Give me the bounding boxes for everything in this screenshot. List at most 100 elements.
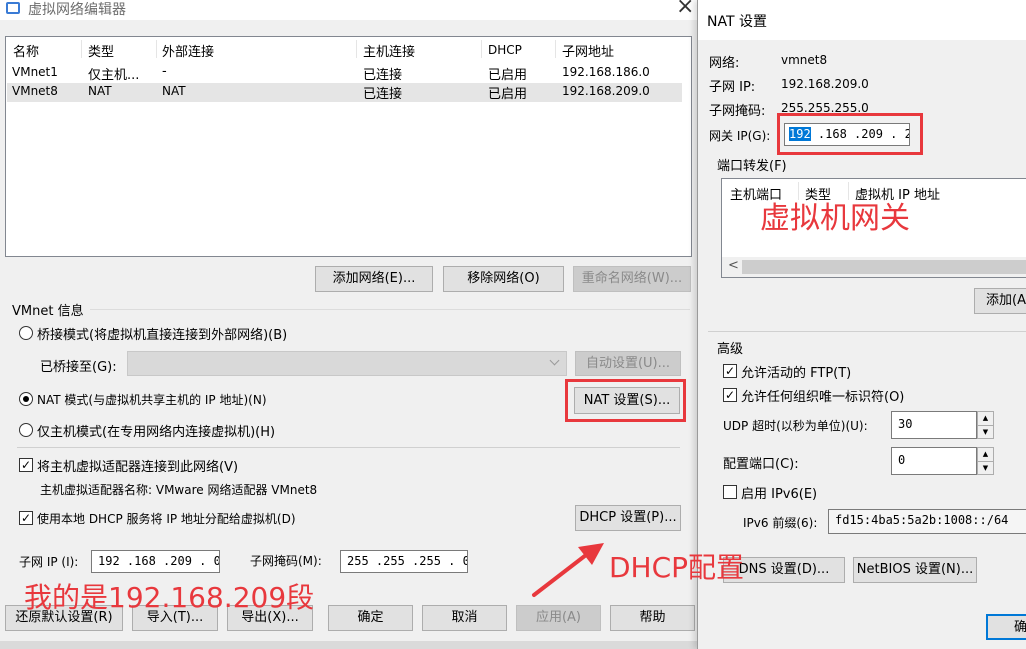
enable-ipv6-label[interactable]: 启用 IPv6(E) <box>741 483 817 502</box>
cell-dhcp: 已启用 <box>488 87 528 102</box>
nat-subnet-ip-value: 192.168.209.0 <box>781 77 869 91</box>
scrollbar-thumb[interactable] <box>742 260 1026 274</box>
horizontal-scrollbar[interactable]: < <box>722 257 1026 277</box>
col-header-host[interactable]: 主机连接 <box>363 41 415 60</box>
help-button[interactable]: 帮助 <box>610 605 695 631</box>
section-divider <box>708 331 1026 332</box>
gateway-ip-label: 网关 IP(G): <box>709 129 771 143</box>
vmnet-info-divider <box>90 309 690 310</box>
port-forwarding-heading: 端口转发(F) <box>717 159 787 174</box>
config-port-spinner[interactable]: ▲ ▼ <box>977 447 994 475</box>
annotation-dhcp-config: DHCP配置 <box>609 551 745 584</box>
udp-timeout-spinner[interactable]: ▲ ▼ <box>977 411 994 439</box>
section-divider <box>17 447 680 448</box>
network-label: 网络: <box>709 56 740 71</box>
auto-settings-button[interactable]: 自动设置(U)... <box>575 351 681 376</box>
col-header-dhcp[interactable]: DHCP <box>488 43 522 57</box>
col-divider <box>356 40 357 58</box>
adapter-name-text: 主机虚拟适配器名称: VMware 网络适配器 VMnet8 <box>40 483 318 497</box>
annotation-arrow <box>532 543 604 597</box>
config-port-label: 配置端口(C): <box>723 457 799 472</box>
advanced-heading: 高级 <box>717 342 744 357</box>
netbios-settings-button[interactable]: NetBIOS 设置(N)... <box>853 557 977 583</box>
cell-name: VMnet8 <box>12 84 58 98</box>
use-dhcp-label[interactable]: 使用本地 DHCP 服务将 IP 地址分配给虚拟机(D) <box>37 510 296 527</box>
cell-dhcp: 已启用 <box>488 68 528 83</box>
nat-mode-radio[interactable] <box>19 392 33 406</box>
ok-button[interactable]: 确定 <box>328 605 413 631</box>
host-only-mode-radio[interactable] <box>19 423 33 437</box>
subnet-mask-field[interactable]: 255 .255 .255 . 0 <box>340 550 468 573</box>
subnet-ip-field[interactable]: 192 .168 .209 . 0 <box>91 550 220 573</box>
subnet-mask-label: 子网掩码(M): <box>250 554 322 568</box>
connect-adapter-checkbox[interactable]: ✓ <box>19 458 33 472</box>
cell-type: 仅主机... <box>88 68 140 83</box>
enable-ipv6-checkbox[interactable] <box>723 485 737 499</box>
allow-ftp-checkbox[interactable]: ✓ <box>723 364 737 378</box>
spin-up-icon[interactable]: ▲ <box>978 412 993 426</box>
main-title-bar: 虚拟网络编辑器 × <box>0 0 697 20</box>
annotation-my-segment: 我的是192.168.209段 <box>24 581 315 614</box>
table-row[interactable]: VMnet8 NAT NAT 已连接 已启用 192.168.209.0 <box>7 83 682 102</box>
host-only-mode-label[interactable]: 仅主机模式(在专用网络内连接虚拟机)(H) <box>37 421 275 440</box>
network-value: vmnet8 <box>781 53 828 67</box>
cell-subnet: 192.168.209.0 <box>562 84 650 98</box>
dhcp-settings-button[interactable]: DHCP 设置(P)... <box>575 505 681 531</box>
nat-mode-label[interactable]: NAT 模式(与虚拟机共享主机的 IP 地址)(N) <box>37 391 267 408</box>
apply-button[interactable]: 应用(A) <box>516 605 601 631</box>
cancel-button[interactable]: 取消 <box>422 605 507 631</box>
allow-oui-checkbox[interactable]: ✓ <box>723 388 737 402</box>
allow-ftp-label[interactable]: 允许活动的 FTP(T) <box>741 362 851 381</box>
cell-host: 已连接 <box>363 87 403 102</box>
annotation-vm-gateway: 虚拟机网关 <box>760 201 910 236</box>
vmnet-info-heading: VMnet 信息 <box>12 304 84 319</box>
cell-external: NAT <box>162 84 186 98</box>
subnet-ip-label: 子网 IP (I): <box>19 555 79 569</box>
cell-external: - <box>162 64 167 79</box>
bridged-to-label: 已桥接至(G): <box>40 360 117 375</box>
scroll-left-arrow-icon[interactable]: < <box>728 258 739 273</box>
config-port-field[interactable]: 0 <box>891 447 977 475</box>
main-window-title: 虚拟网络编辑器 <box>28 2 126 18</box>
close-icon[interactable]: × <box>676 0 694 19</box>
col-header-subnet[interactable]: 子网地址 <box>562 41 614 60</box>
spin-down-icon[interactable]: ▼ <box>978 462 993 475</box>
network-table: 名称 类型 外部连接 主机连接 DHCP 子网地址 VMnet1 仅主机... … <box>5 36 692 257</box>
annotation-highlight-box <box>777 113 923 155</box>
table-row[interactable]: VMnet1 仅主机... - 已连接 已启用 192.168.186.0 <box>7 64 682 83</box>
rename-network-button[interactable]: 重命名网络(W)... <box>573 266 691 292</box>
add-port-forward-button[interactable]: 添加(A <box>974 288 1026 314</box>
udp-timeout-field[interactable]: 30 <box>891 411 977 439</box>
add-network-button[interactable]: 添加网络(E)... <box>315 266 433 292</box>
nat-subnet-ip-label: 子网 IP: <box>709 80 756 95</box>
cell-subnet: 192.168.186.0 <box>562 65 650 79</box>
cell-name: VMnet1 <box>12 65 58 79</box>
col-header-external[interactable]: 外部连接 <box>162 41 214 60</box>
chevron-down-icon <box>549 355 560 366</box>
use-dhcp-checkbox[interactable]: ✓ <box>19 511 33 525</box>
spin-down-icon[interactable]: ▼ <box>978 426 993 439</box>
ipv6-prefix-field[interactable]: fd15:4ba5:5a2b:1008::/64 <box>828 509 1026 534</box>
network-app-icon <box>6 2 20 14</box>
col-divider <box>481 40 482 58</box>
ipv6-prefix-label: IPv6 前缀(6): <box>743 516 818 530</box>
bridged-to-select[interactable] <box>127 351 567 376</box>
remove-network-button[interactable]: 移除网络(O) <box>443 266 564 292</box>
cell-host: 已连接 <box>363 68 403 83</box>
nat-subnet-mask-label: 子网掩码: <box>709 104 766 119</box>
col-header-name[interactable]: 名称 <box>13 41 39 60</box>
allow-oui-label[interactable]: 允许任何组织唯一标识符(O) <box>741 386 904 405</box>
nat-dialog-title: NAT 设置 <box>707 14 767 30</box>
bridged-mode-radio[interactable] <box>19 326 33 340</box>
cell-type: NAT <box>88 84 112 98</box>
col-divider <box>156 40 157 58</box>
connect-adapter-label[interactable]: 将主机虚拟适配器连接到此网络(V) <box>37 456 238 475</box>
col-divider <box>555 40 556 58</box>
bridged-mode-label[interactable]: 桥接模式(将虚拟机直接连接到外部网络)(B) <box>37 324 287 343</box>
nat-ok-button[interactable]: 确 <box>986 614 1026 640</box>
nat-dialog: NAT 设置 网络: vmnet8 子网 IP: 192.168.209.0 子… <box>697 0 1026 649</box>
spin-up-icon[interactable]: ▲ <box>978 448 993 462</box>
col-header-type[interactable]: 类型 <box>88 41 114 60</box>
udp-timeout-label: UDP 超时(以秒为单位)(U): <box>723 419 868 433</box>
col-divider <box>81 40 82 58</box>
